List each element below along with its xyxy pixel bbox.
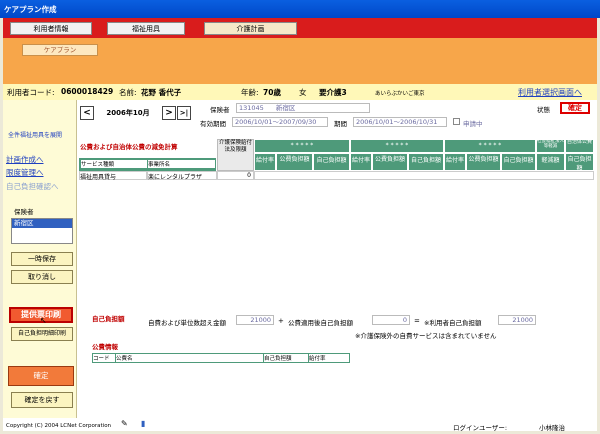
insurer-code: 131045 bbox=[239, 104, 264, 112]
valid-period-label: 有効期間 bbox=[200, 120, 226, 128]
row-service-type: 福祉用具貸与 bbox=[79, 171, 147, 181]
copyright: Copyright (C) 2004 LCNet Corporation bbox=[6, 423, 112, 429]
col-office: 事業所名 bbox=[148, 160, 215, 168]
cursor-icon: ↖ bbox=[40, 316, 47, 325]
table-title: 公費および自治体公費の減免計算 bbox=[80, 143, 178, 151]
user-name: 花野 香代子 bbox=[141, 88, 182, 97]
login-user: 小林隆治 bbox=[539, 424, 565, 432]
public-col-self-pay: 自己負担額 bbox=[264, 354, 308, 362]
login-label: ログインユーザー: bbox=[453, 424, 508, 432]
row-over-limit: 0 bbox=[217, 171, 254, 180]
term-label: 期間 bbox=[334, 120, 347, 128]
tab-bar bbox=[3, 18, 597, 38]
insurer-list[interactable]: 新宿区 bbox=[11, 218, 73, 244]
insurer-label: 保険者 bbox=[14, 208, 34, 216]
user-self-pay-field: 21000 bbox=[498, 315, 536, 325]
status-label: 状態 bbox=[537, 106, 550, 114]
exclusion-note: ※介護保険外の自費サービスは含まれていません bbox=[355, 332, 497, 340]
expand-all-link[interactable]: 全件福祉用具を展開 bbox=[8, 130, 62, 139]
row-public-cells bbox=[254, 171, 594, 180]
revert-confirm-button[interactable]: 確定を戻す bbox=[11, 392, 73, 408]
self-pay-detail-print-button[interactable]: 自己負担明細印刷 bbox=[11, 327, 73, 341]
user-age: 70歳 bbox=[263, 88, 281, 97]
public-col-name: 公費名 bbox=[116, 354, 263, 362]
public-applied-field: 0 bbox=[372, 315, 410, 325]
public-applied-label: 公費適用後自己負担額 bbox=[288, 319, 353, 327]
care-level: 要介護3 bbox=[319, 88, 347, 97]
book-icon: ▮ bbox=[141, 419, 146, 428]
over-amount-label: 自費および単位数超え金額 bbox=[148, 319, 226, 327]
applying-label: 申請中 bbox=[463, 120, 483, 128]
applying-checkbox[interactable] bbox=[453, 118, 460, 125]
col-over-limit: 介護保険給付法及限額 bbox=[217, 139, 254, 171]
summary-label: 自己負担額 bbox=[92, 315, 125, 323]
tab-user-info[interactable]: 利用者情報 bbox=[10, 22, 92, 35]
group-header-3: * * * * * bbox=[444, 139, 536, 153]
prev-month-button[interactable]: < bbox=[80, 106, 94, 120]
col-local-public: 自治体公費 bbox=[565, 139, 594, 153]
confirm-button[interactable]: 確定 bbox=[8, 366, 74, 386]
plus-sign: + bbox=[278, 317, 284, 325]
subtab-careplan[interactable]: ケアプラン bbox=[22, 44, 98, 56]
user-age-label: 年齢: bbox=[241, 88, 259, 97]
sub-header-self-1: 自己負担額 bbox=[313, 153, 350, 171]
col-self-pay: 自己負担額 bbox=[565, 153, 594, 172]
col-service-type: サービス種類 bbox=[81, 160, 147, 168]
last-month-button[interactable]: >| bbox=[177, 106, 191, 120]
sub-header-rate-2: 給付率 bbox=[350, 153, 372, 171]
link-plan-create[interactable]: 計画作成へ bbox=[6, 154, 44, 165]
insurer-list-item[interactable]: 新宿区 bbox=[12, 219, 72, 228]
term-field: 2006/10/01〜2006/10/31 bbox=[353, 117, 447, 127]
public-info-label: 公費情報 bbox=[92, 343, 118, 351]
sub-header-rate-1: 給付率 bbox=[254, 153, 276, 171]
insurer-field: 131045 新宿区 bbox=[236, 103, 370, 113]
group-header-2: * * * * * bbox=[350, 139, 444, 153]
user-code: 0600018429 bbox=[61, 87, 114, 96]
footer: Copyright (C) 2004 LCNet Corporation ✎ ▮… bbox=[3, 418, 597, 432]
tab-care-plan[interactable]: 介護計画 bbox=[204, 22, 297, 35]
public-col-code: コード bbox=[93, 354, 115, 362]
pen-icon: ✎ bbox=[121, 419, 128, 428]
equals-sign: = bbox=[414, 317, 420, 325]
temp-save-button[interactable]: 一時保存 bbox=[11, 252, 73, 266]
window-title: ケアプラン作成 bbox=[0, 0, 600, 18]
user-self-pay-label: ※利用者自己負担額 bbox=[424, 319, 482, 327]
sub-header-rate-3: 給付率 bbox=[444, 153, 466, 171]
sub-header-public-3: 公費負担額 bbox=[466, 153, 501, 171]
col-social-welfare: 社会福祉法人等軽減 bbox=[536, 139, 565, 153]
tab-welfare-equipment[interactable]: 福祉用具 bbox=[107, 22, 185, 35]
sub-header-public-1: 公費負担額 bbox=[276, 153, 313, 171]
user-name-label: 名前: bbox=[119, 88, 137, 97]
user-select-link[interactable]: 利用者選択画面へ bbox=[518, 87, 582, 98]
link-limit-manage[interactable]: 限度管理へ bbox=[6, 167, 44, 178]
link-self-pay-check[interactable]: 自己負担確認へ bbox=[6, 181, 59, 192]
user-sex: 女 bbox=[299, 88, 307, 97]
month-display: 2006年10月 bbox=[96, 106, 160, 120]
user-info-bar: 利用者コード: 0600018429 名前: 花野 香代子 年齢: 70歳 女 … bbox=[3, 84, 597, 100]
sub-header-public-2: 公費負担額 bbox=[372, 153, 408, 171]
status-badge: 確定 bbox=[560, 102, 590, 114]
sub-header-self-2: 自己負担額 bbox=[408, 153, 444, 171]
next-month-button[interactable]: > bbox=[162, 106, 176, 120]
group-header-1: * * * * * bbox=[254, 139, 350, 153]
col-reduction: 軽減額 bbox=[536, 153, 565, 171]
user-code-label: 利用者コード: bbox=[7, 88, 55, 97]
sub-header-self-3: 自己負担額 bbox=[501, 153, 536, 171]
insurer-name: 新宿区 bbox=[275, 104, 296, 112]
public-col-rate: 給付率 bbox=[309, 354, 349, 362]
valid-period-field: 2006/10/01〜2007/09/30 bbox=[232, 117, 328, 127]
cancel-button[interactable]: 取り消し bbox=[11, 270, 73, 284]
row-office: 楽にレンタルプラザ bbox=[147, 171, 217, 181]
office-name: あいらぶかいご東京 bbox=[375, 91, 425, 97]
over-amount-field: 21000 bbox=[236, 315, 274, 325]
insurer-field-label: 保険者 bbox=[210, 106, 230, 114]
